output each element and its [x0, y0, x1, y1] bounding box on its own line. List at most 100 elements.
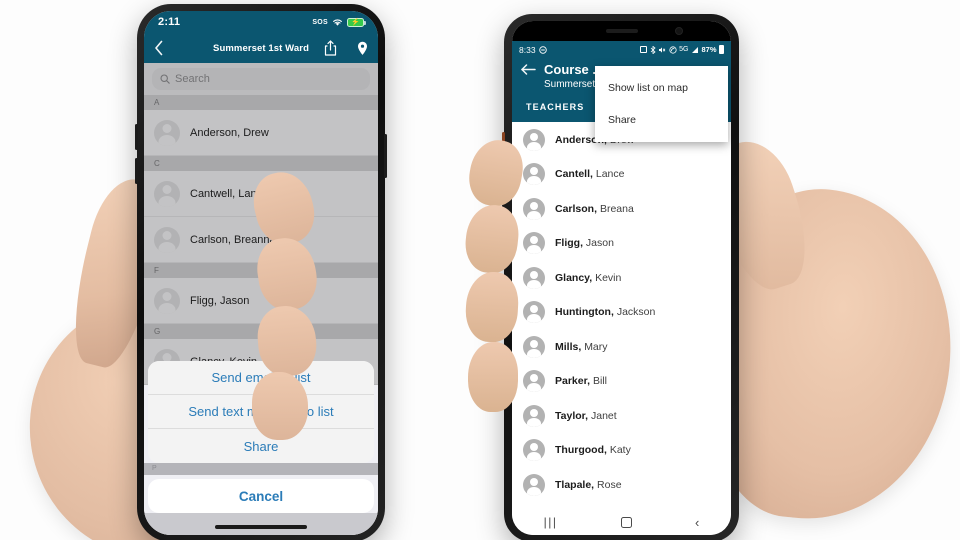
nfc-icon	[669, 45, 677, 54]
network-label: 5G	[679, 46, 689, 53]
overflow-menu: Show list on map Share	[595, 66, 728, 142]
member-first-name: Jackson	[616, 306, 656, 319]
tab-teachers[interactable]: TEACHERS	[526, 102, 584, 112]
ios-status-bar: 2:11 SOS ⚡	[144, 11, 378, 33]
member-last-name: Parker,	[555, 375, 591, 388]
list-item[interactable]: Fligg, Jason	[512, 226, 731, 261]
person-avatar-icon	[523, 301, 545, 324]
member-name: Carlson, Breana	[555, 203, 634, 215]
scene-stage: 2:11 SOS ⚡ Summerset 1st Ward Search A A…	[0, 0, 960, 540]
wifi-icon	[332, 18, 343, 27]
sos-label: SOS	[312, 18, 328, 26]
volume-down-button[interactable]	[135, 158, 138, 184]
list-item[interactable]: Huntington, Jackson	[512, 295, 731, 330]
android-screen: 8:33 5G 87% Course ... Summerset 1 TEACH…	[512, 21, 731, 535]
list-item[interactable]: Glancy, Kevin	[512, 260, 731, 295]
back-button[interactable]	[520, 63, 544, 76]
section-header-c: C	[144, 156, 378, 171]
recents-icon[interactable]: |||	[544, 516, 558, 528]
member-name: Carlson, Breanna	[190, 233, 276, 246]
member-name: Anderson, Drew	[190, 126, 269, 139]
android-nav-bar: ||| ‹	[512, 509, 731, 535]
ios-content-area: Search A Anderson, Drew C Cantwell, Lanc…	[144, 63, 378, 535]
battery-percent-label: 87%	[701, 45, 717, 54]
member-name: Thurgood, Katy	[555, 444, 631, 456]
list-item[interactable]: Thurgood, Katy	[512, 433, 731, 468]
member-first-name: Janet	[591, 409, 617, 422]
member-last-name: Carlson,	[555, 202, 598, 215]
mute-icon	[658, 46, 666, 54]
front-camera	[675, 27, 683, 35]
member-last-name: Taylor,	[555, 409, 589, 422]
member-first-name: Rose	[597, 478, 622, 491]
member-name: Taylor, Janet	[555, 410, 617, 422]
android-device: 8:33 5G 87% Course ... Summerset 1 TEACH…	[502, 14, 739, 540]
member-first-name: Kevin	[595, 271, 622, 284]
member-first-name: Katy	[609, 444, 631, 457]
share-icon[interactable]	[324, 40, 337, 56]
share-button[interactable]: Share	[148, 429, 374, 463]
person-avatar-icon	[523, 404, 545, 427]
search-placeholder: Search	[175, 73, 210, 85]
bluetooth-icon	[650, 45, 656, 54]
person-avatar-icon	[523, 370, 545, 393]
list-item[interactable]: Mills, Mary	[512, 329, 731, 364]
person-avatar-icon	[523, 128, 545, 151]
section-header-a: A	[144, 95, 378, 110]
teacher-list: Anderson, Drew Cantell, Lance Carlson, B…	[512, 122, 731, 502]
android-status-indicators: 5G 87%	[640, 45, 724, 54]
search-input[interactable]: Search	[152, 68, 370, 90]
power-button[interactable]	[384, 134, 387, 178]
earpiece-speaker	[605, 29, 638, 33]
signal-bars-icon	[691, 46, 699, 54]
member-name: Mills, Mary	[555, 341, 608, 353]
cancel-button[interactable]: Cancel	[148, 479, 374, 513]
member-name: Cantell, Lance	[555, 168, 624, 180]
battery-icon	[719, 45, 724, 54]
member-last-name: Mills,	[555, 340, 582, 353]
member-name: Fligg, Jason	[555, 237, 614, 249]
person-avatar-icon	[523, 473, 545, 496]
person-avatar-icon	[154, 119, 180, 146]
list-item[interactable]: Carlson, Breana	[512, 191, 731, 226]
member-last-name: Glancy,	[555, 271, 593, 284]
member-last-name: Cantell,	[555, 168, 593, 181]
person-avatar-icon	[154, 226, 180, 253]
person-avatar-icon	[154, 180, 180, 207]
android-top-bezel	[512, 21, 731, 41]
member-name: Parker, Bill	[555, 375, 607, 387]
list-item[interactable]: Tlapale, Rose	[512, 467, 731, 502]
list-item[interactable]: Taylor, Janet	[512, 398, 731, 433]
right-hand-finger-pinky	[468, 342, 518, 412]
list-item[interactable]: Parker, Bill	[512, 364, 731, 399]
member-last-name: Huntington,	[555, 306, 614, 319]
member-first-name: Jason	[585, 237, 614, 250]
member-name: Glancy, Kevin	[555, 272, 621, 284]
list-item[interactable]: Cantell, Lance	[512, 157, 731, 192]
volume-up-button[interactable]	[135, 124, 138, 150]
person-avatar-icon	[523, 439, 545, 462]
ios-home-bar-area	[144, 513, 378, 535]
battery-charging-icon: ⚡	[347, 17, 366, 27]
member-last-name: Fligg,	[555, 237, 583, 250]
back-icon[interactable]: ‹	[695, 516, 699, 529]
member-first-name: Bill	[592, 375, 607, 388]
list-item[interactable]: Anderson, Drew	[144, 110, 378, 156]
home-icon[interactable]	[620, 516, 632, 528]
menu-item-share[interactable]: Share	[595, 104, 728, 136]
android-app-bar: Course ... Summerset 1 TEACHERS Show lis…	[512, 58, 731, 142]
member-last-name: Thurgood,	[555, 444, 607, 457]
ios-nav-bar: Summerset 1st Ward	[144, 33, 378, 63]
location-pin-icon[interactable]	[357, 41, 368, 56]
person-avatar-icon	[523, 335, 545, 358]
ios-status-indicators: SOS ⚡	[312, 17, 366, 27]
home-indicator[interactable]	[215, 525, 307, 529]
back-button[interactable]	[154, 40, 174, 56]
left-hand-finger-pinky	[252, 372, 308, 440]
menu-item-show-list-on-map[interactable]: Show list on map	[595, 72, 728, 104]
android-status-time: 8:33	[519, 44, 536, 55]
member-first-name: Lance	[595, 168, 625, 181]
do-not-disturb-icon	[538, 45, 547, 54]
android-status-bar: 8:33 5G 87%	[512, 41, 731, 58]
member-first-name: Breana	[599, 202, 634, 215]
